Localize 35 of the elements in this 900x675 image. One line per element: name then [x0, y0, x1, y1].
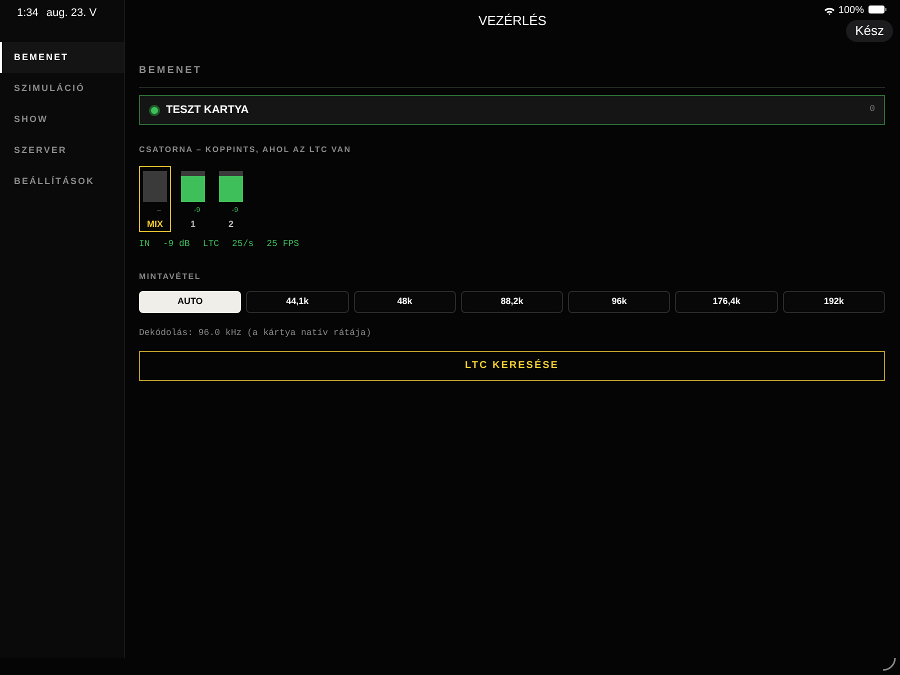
battery-icon [868, 5, 887, 14]
sample-rate-button[interactable]: 176,4k [675, 290, 778, 312]
readout-value: -9 dB [162, 238, 190, 251]
ltc-search-button[interactable]: LTC KERESÉSE [139, 350, 885, 380]
channel-heading: CSATORNA – KOPPINTS, AHOL AZ LTC VAN [139, 145, 352, 154]
readout-value: IN [139, 238, 150, 251]
input-card[interactable]: TESZT KARTYA 0 [139, 95, 885, 125]
sidebar-item[interactable]: BEMENET [0, 42, 124, 73]
wifi-icon [824, 6, 836, 14]
level-meter [181, 171, 205, 202]
level-meter [219, 171, 243, 202]
done-button[interactable]: Kész [846, 20, 893, 42]
sample-rate-button[interactable]: AUTO [139, 290, 242, 312]
sample-rate-button[interactable]: 48k [354, 290, 456, 312]
readout-value: 25/s [232, 238, 254, 251]
readout-value: 25 FPS [266, 238, 300, 251]
status-time: 1:34 [17, 6, 38, 21]
resize-handle-icon [882, 657, 896, 671]
battery-percent: 100% [838, 4, 864, 18]
card-label: TESZT KARTYA [166, 102, 250, 118]
section-title: BEMENET [139, 65, 202, 76]
card-count: 0 [870, 103, 875, 116]
sample-rate-button[interactable]: 192k [782, 290, 885, 312]
sidebar-item[interactable]: BEÁLLÍTÁSOK [0, 166, 124, 197]
sample-rate-button[interactable]: 44,1k [246, 290, 349, 312]
readout-value: LTC [202, 238, 220, 251]
sample-rate-button[interactable]: 96k [568, 290, 670, 312]
sidebar-item[interactable]: SHOW [0, 104, 124, 135]
status-date: aug. 23. V [46, 6, 97, 21]
decode-note: Dekódolás: 96.0 kHz (a kártya natív rátája) [139, 328, 372, 338]
window-title: VEZÉRLÉS [478, 12, 546, 30]
sidebar-item[interactable]: SZERVER [0, 135, 124, 166]
sampling-heading: MINTAVÉTEL [139, 272, 201, 280]
sidebar-item[interactable]: SZIMULÁCIÓ [0, 73, 124, 104]
sample-rate-button[interactable]: 88,2k [460, 290, 564, 312]
